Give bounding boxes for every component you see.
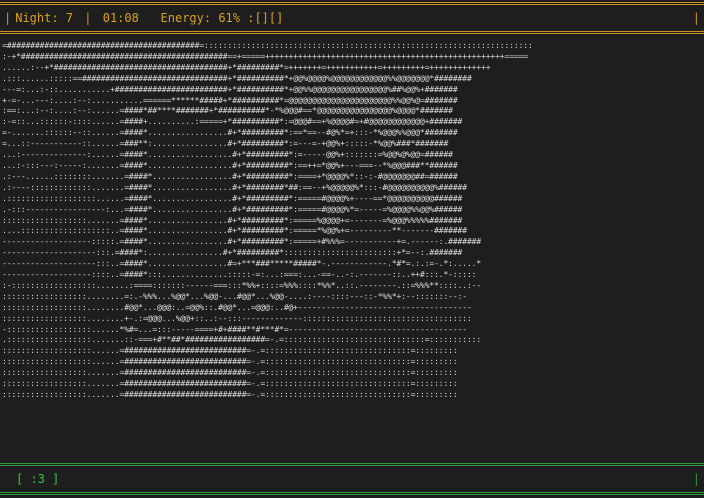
scene-row: =-.......::::::--::......=####*.........… xyxy=(2,127,458,138)
footer-top-border xyxy=(0,463,704,466)
status-bar-left-edge: | xyxy=(4,11,12,25)
scene-row: ::::::::::::::::::.......=##############… xyxy=(2,389,458,399)
scene-row: --------------------:::..=####*.........… xyxy=(2,258,481,269)
scene-row: ::::::::::::::::::.......=####*.........… xyxy=(2,214,463,225)
ascii-scene: =#######################################… xyxy=(2,40,702,460)
scene-row: ::::::::::::::::::.......=##############… xyxy=(2,378,458,389)
scene-row: ::::::::::::::::::.......=##############… xyxy=(2,367,458,378)
scene-row: :::::::::::::::::::......=##############… xyxy=(2,345,458,356)
bottom-border xyxy=(0,492,704,495)
scene-row: ::::::::::::::::::........#@@*...@@@:..=… xyxy=(2,301,472,312)
scene-row: .::::::::::::::::::.......::-===+#**##*#… xyxy=(2,334,481,345)
game-screen: | Night: 7 | 01:08 Energy: 61% :[][] | =… xyxy=(0,0,704,498)
scene-row: :::::::::::::::::::......=##############… xyxy=(2,356,458,367)
scene-row: ....:::::::::::::::::::..=####*.........… xyxy=(2,225,467,236)
scene-row: :-::::::::::::::::::.......:====:::::::-… xyxy=(2,279,481,290)
scene-row: .:::::::::::::::::::......=####*........… xyxy=(2,192,463,203)
scene-row: ::::::::::::::::::........=:.-%%%...%@@*… xyxy=(2,290,467,301)
scene-row: ...:-:::---:-----:.......=####*.........… xyxy=(2,159,458,170)
night-counter: Night: 7 xyxy=(15,11,74,25)
top-border xyxy=(0,2,704,5)
scene-row: :-+*####################################… xyxy=(2,50,528,61)
status-bar-right-edge: | xyxy=(692,11,700,25)
scene-row: =...::-----------::......=###**:........… xyxy=(2,138,449,149)
footer-status: [ :3 ] xyxy=(16,472,60,486)
scene-row: ::::::::::::::::::........+-.:=@@@...%@@… xyxy=(2,312,472,323)
footer: [ :3 ] | xyxy=(0,468,704,490)
scene-row: -::::::::::::::::::......*%#=...=:::----… xyxy=(2,323,467,334)
scene-row: .:::......:::::==#######################… xyxy=(2,72,472,83)
scene-row: :-=::...::::::-::::......=####+.........… xyxy=(2,116,463,127)
scene-row: --------------------:::.=####*:.........… xyxy=(2,247,463,258)
scene-row: -------------------:::::.=####*.........… xyxy=(2,236,481,247)
scene-row: -------------------::::..=####*:::......… xyxy=(2,269,477,280)
scene-row: .-:::-----------------:...=####*........… xyxy=(2,203,463,214)
footer-right-edge: | xyxy=(692,472,700,486)
status-bar: | Night: 7 | 01:08 Energy: 61% :[][] | xyxy=(0,6,704,30)
scene-row: +-=-...---:....:--:...........======****… xyxy=(2,94,458,105)
scene-row: .:---......::::::::.......=####*........… xyxy=(2,170,458,181)
scene-row: .:----:::::::::::::.......=####*........… xyxy=(2,181,467,192)
status-divider: | xyxy=(77,11,99,25)
scene-row: =#######################################… xyxy=(2,40,533,50)
status-bar-bottom-border xyxy=(0,31,704,34)
scene-row: ...:--------------:......=####*.........… xyxy=(2,149,453,160)
clock: 01:08 xyxy=(102,11,139,25)
energy-meter: Energy: 61% :[][] xyxy=(160,11,284,25)
scene-row: ---=:...:-::...........+################… xyxy=(2,83,458,94)
scene-row: ......:--+*#############################… xyxy=(2,61,491,72)
scene-row: :==:...:--:....:--:......=####*##****###… xyxy=(2,105,453,116)
